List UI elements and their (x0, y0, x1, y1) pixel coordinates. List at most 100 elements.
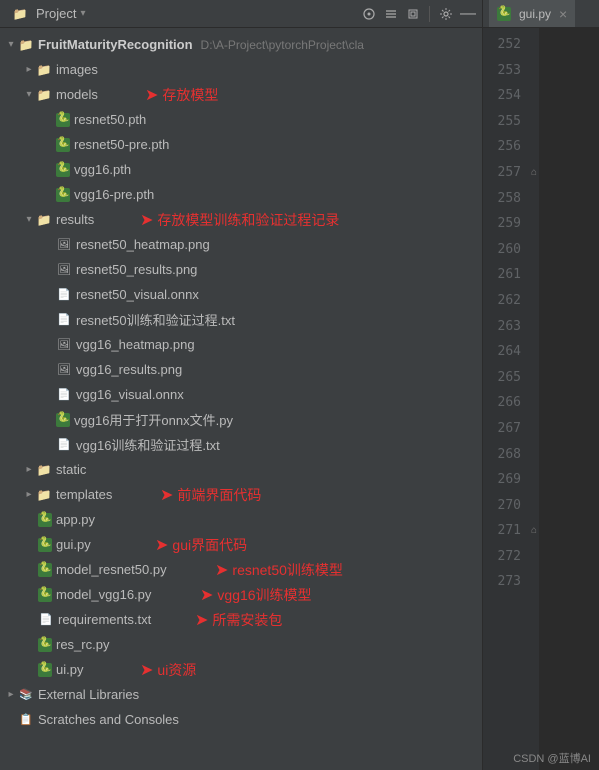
tree-file[interactable]: model_resnet50.py ➤resnet50训练模型 (0, 557, 482, 582)
python-icon (38, 538, 52, 552)
tree-file[interactable]: vgg16_heatmap.png (0, 332, 482, 357)
folder-label: images (56, 62, 98, 77)
line-number: 261 (483, 262, 539, 288)
line-number: 272 (483, 544, 539, 570)
folder-icon (18, 37, 34, 53)
python-icon (56, 188, 70, 202)
tree-file[interactable]: vgg16训练和验证过程.txt (0, 432, 482, 457)
tree-file[interactable]: requirements.txt ➤所需安装包 (0, 607, 482, 632)
line-number: 266 (483, 390, 539, 416)
line-number: 253 (483, 58, 539, 84)
annotation: ➤存放模型训练和验证过程记录 (140, 210, 339, 230)
scratch-icon (18, 712, 34, 728)
line-number: 267 (483, 416, 539, 442)
python-icon (38, 638, 52, 652)
line-number: 271⌂ (483, 518, 539, 544)
text-icon (56, 437, 72, 453)
chevron-down-icon (22, 88, 36, 102)
python-icon (38, 663, 52, 677)
chevron-right-icon (22, 463, 36, 477)
image-icon (56, 262, 72, 278)
tree-folder-models[interactable]: models ➤存放模型 (0, 82, 482, 107)
scratches-label: Scratches and Consoles (38, 712, 179, 727)
tree-external-libraries[interactable]: External Libraries (0, 682, 482, 707)
root-path: D:\A-Project\pytorchProject\cla (201, 38, 364, 52)
tree-file[interactable]: vgg16.pth (0, 157, 482, 182)
divider (429, 6, 430, 22)
folder-icon (36, 62, 52, 78)
line-number: 252 (483, 32, 539, 58)
line-number: 270 (483, 493, 539, 519)
chevron-right-icon (22, 63, 36, 77)
line-number: 269 (483, 467, 539, 493)
folder-label: static (56, 462, 86, 477)
chevron-down-icon (4, 38, 18, 52)
tree-file[interactable]: resnet50_visual.onnx (0, 282, 482, 307)
chevron-right-icon (22, 488, 36, 502)
hide-icon[interactable]: — (460, 6, 476, 22)
folder-label: results (56, 212, 94, 227)
tree-file[interactable]: resnet50-pre.pth (0, 132, 482, 157)
tree-root[interactable]: FruitMaturityRecognition D:\A-Project\py… (0, 32, 482, 57)
python-icon (497, 7, 511, 21)
expand-icon[interactable] (383, 6, 399, 22)
tree-file[interactable]: resnet50训练和验证过程.txt (0, 307, 482, 332)
file-icon (56, 387, 72, 403)
folder-icon (36, 87, 52, 103)
text-icon (56, 312, 72, 328)
external-libs-label: External Libraries (38, 687, 139, 702)
tab-gui[interactable]: gui.py × (489, 0, 575, 27)
line-number: 256 (483, 134, 539, 160)
tree-scratches[interactable]: Scratches and Consoles (0, 707, 482, 732)
line-number: 268 (483, 442, 539, 468)
line-number: 265 (483, 365, 539, 391)
python-icon (38, 588, 52, 602)
folder-icon (36, 462, 52, 478)
library-icon (18, 687, 34, 703)
tree-file[interactable]: vgg16_results.png (0, 357, 482, 382)
python-icon (38, 513, 52, 527)
text-icon (38, 612, 54, 628)
tree-file[interactable]: resnet50_results.png (0, 257, 482, 282)
python-icon (38, 563, 52, 577)
gear-icon[interactable] (438, 6, 454, 22)
root-name: FruitMaturityRecognition (38, 37, 193, 52)
tree-folder-images[interactable]: images (0, 57, 482, 82)
tree-file[interactable]: app.py (0, 507, 482, 532)
tree-file[interactable]: vgg16_visual.onnx (0, 382, 482, 407)
project-dropdown[interactable]: Project ▾ (6, 4, 92, 24)
tree-file[interactable]: vgg16-pre.pth (0, 182, 482, 207)
target-icon[interactable] (361, 6, 377, 22)
line-gutter: 252253254255256257⌂258259260261262263264… (483, 28, 539, 770)
image-icon (56, 337, 72, 353)
editor-tabs: gui.py × (483, 0, 599, 28)
folder-label: templates (56, 487, 112, 502)
close-icon[interactable]: × (559, 6, 567, 22)
tree-file[interactable]: vgg16用于打开onnx文件.py (0, 407, 482, 432)
editor-area[interactable]: 252253254255256257⌂258259260261262263264… (483, 28, 599, 770)
tree-file[interactable]: ui.py ➤ui资源 (0, 657, 482, 682)
tree-folder-results[interactable]: results ➤存放模型训练和验证过程记录 (0, 207, 482, 232)
gutter-marker-icon: ⌂ (531, 160, 537, 186)
project-toolbar: Project ▾ — (0, 0, 482, 28)
annotation: ➤前端界面代码 (160, 485, 261, 505)
image-icon (56, 237, 72, 253)
line-number: 262 (483, 288, 539, 314)
collapse-icon[interactable] (405, 6, 421, 22)
tree-folder-templates[interactable]: templates ➤前端界面代码 (0, 482, 482, 507)
tree-file[interactable]: res_rc.py (0, 632, 482, 657)
tree-file[interactable]: resnet50.pth (0, 107, 482, 132)
project-icon (12, 6, 28, 22)
line-number: 259 (483, 211, 539, 237)
python-icon (56, 163, 70, 177)
annotation: ➤resnet50训练模型 (215, 560, 343, 580)
line-number: 273 (483, 569, 539, 595)
annotation: ➤gui界面代码 (155, 535, 247, 555)
tree-file[interactable]: resnet50_heatmap.png (0, 232, 482, 257)
line-number: 264 (483, 339, 539, 365)
tree-folder-static[interactable]: static (0, 457, 482, 482)
tree-file[interactable]: gui.py ➤gui界面代码 (0, 532, 482, 557)
line-number: 260 (483, 237, 539, 263)
tree-file[interactable]: model_vgg16.py ➤vgg16训练模型 (0, 582, 482, 607)
chevron-right-icon (4, 688, 18, 702)
